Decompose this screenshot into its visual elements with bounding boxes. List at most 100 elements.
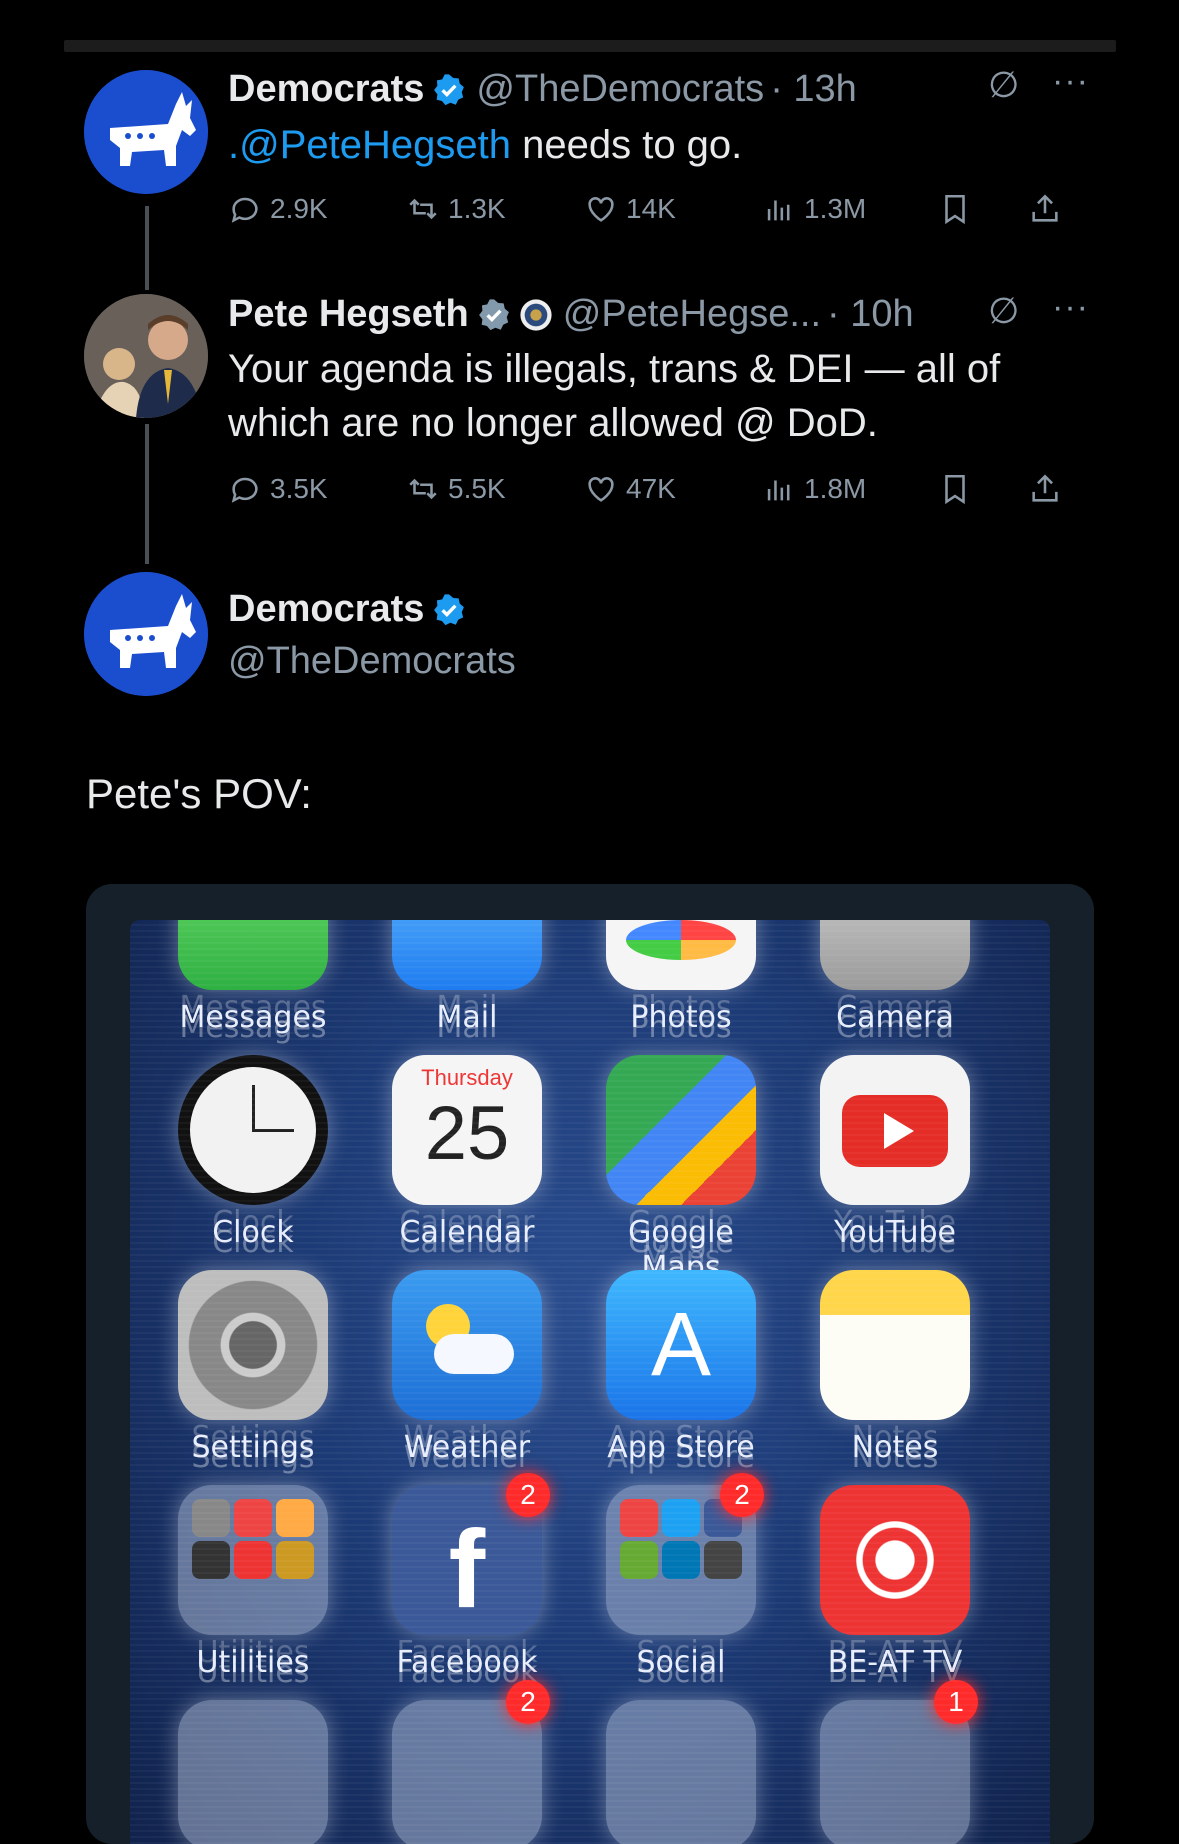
tweet-header: Pete Hegseth @PeteHegse... · 10h — [228, 293, 914, 336]
more-options-icon[interactable]: ··· — [1052, 288, 1089, 327]
tweet-actions: 3.5K 5.5K 47K 1.8M — [228, 472, 1098, 506]
maps-icon — [606, 1055, 756, 1205]
notification-badge: 2 — [506, 1680, 550, 1724]
tweet-actions: 2.9K 1.3K 14K 1.3M — [228, 192, 1098, 226]
app-calendar: Thursday 25 Calendar — [392, 1055, 542, 1250]
notification-badge: 1 — [934, 1680, 978, 1724]
app-google-maps: Google Maps — [606, 1055, 756, 1285]
tweet-header: Democrats — [228, 588, 466, 631]
timestamp[interactable]: · 10h — [827, 293, 914, 336]
grok-icon[interactable]: ∅ — [988, 290, 1019, 332]
bookmark-button[interactable] — [938, 192, 1028, 226]
app-app-store: A App Store — [606, 1270, 756, 1465]
app-folder: 1 — [820, 1680, 978, 1844]
author-handle[interactable]: @TheDemocrats — [228, 640, 516, 683]
reply-icon — [231, 477, 258, 503]
democrats-avatar[interactable] — [84, 70, 208, 194]
author-handle[interactable]: @PeteHegse... — [563, 293, 821, 336]
mail-icon — [392, 920, 542, 990]
messages-icon — [178, 920, 328, 990]
settings-gear-icon — [178, 1270, 328, 1420]
timestamp[interactable]: · 13h — [770, 68, 857, 111]
like-button[interactable]: 47K — [584, 472, 762, 506]
app-clock: Clock — [178, 1055, 328, 1250]
app-mail: Mail — [392, 920, 542, 1035]
affiliation-badge-icon — [520, 298, 552, 331]
utilities-folder-icon — [178, 1485, 328, 1635]
tweet-text: Pete's POV: — [86, 770, 312, 817]
app-messages: Messages — [178, 920, 328, 1035]
weather-icon — [392, 1270, 542, 1420]
home-screen-photo: Messages Mail Photos Camera Clock Thursd… — [130, 920, 1050, 1844]
views-button[interactable]: 1.8M — [762, 472, 938, 506]
beat-tv-icon — [820, 1485, 970, 1635]
author-name[interactable]: Democrats — [228, 588, 424, 631]
share-icon — [1032, 474, 1058, 502]
app-beat-tv: BE-AT TV — [820, 1485, 970, 1680]
heart-icon — [588, 197, 614, 222]
hegseth-avatar[interactable] — [84, 294, 208, 418]
more-options-icon[interactable]: ··· — [1052, 62, 1089, 101]
analytics-icon — [767, 200, 790, 221]
repost-button[interactable]: 1.3K — [406, 192, 584, 226]
app-folder: 2 — [392, 1680, 550, 1844]
repost-icon — [409, 198, 437, 220]
share-button[interactable] — [1028, 192, 1062, 226]
reply-icon — [231, 197, 258, 223]
notes-icon — [820, 1270, 970, 1420]
repost-button[interactable]: 5.5K — [406, 472, 584, 506]
app-store-icon: A — [606, 1270, 756, 1420]
donkey-logo-icon — [84, 70, 208, 194]
camera-icon — [820, 920, 970, 990]
app-social-folder: Social 2 — [606, 1473, 764, 1680]
grok-icon[interactable]: ∅ — [988, 64, 1019, 106]
youtube-icon — [820, 1055, 970, 1205]
app-folder — [178, 1700, 328, 1844]
reply-button[interactable]: 2.9K — [228, 192, 406, 226]
app-settings: Settings — [178, 1270, 328, 1465]
heart-icon — [588, 477, 614, 502]
democrats-avatar[interactable] — [84, 572, 208, 696]
mention-link[interactable]: .@PeteHegseth — [228, 123, 511, 167]
tweet-text: .@PeteHegseth needs to go. — [228, 123, 743, 167]
calendar-icon: Thursday 25 — [392, 1055, 542, 1205]
tweet-text: Your agenda is illegals, trans & DEI — a… — [228, 347, 1001, 445]
verified-badge-icon — [434, 73, 465, 105]
repost-icon — [409, 478, 437, 500]
folder-icon — [178, 1700, 328, 1844]
share-icon — [1032, 194, 1058, 222]
thread-connector — [145, 424, 149, 564]
bookmark-icon — [945, 194, 965, 225]
app-photos: Photos — [606, 920, 756, 1035]
clock-icon — [178, 1055, 328, 1205]
reply-button[interactable]: 3.5K — [228, 472, 406, 506]
app-youtube: YouTube — [820, 1055, 970, 1250]
bookmark-button[interactable] — [938, 472, 1028, 506]
top-divider — [64, 40, 1116, 52]
verified-badge-icon — [478, 298, 509, 330]
like-button[interactable]: 14K — [584, 192, 762, 226]
author-handle[interactable]: @TheDemocrats — [476, 68, 764, 111]
bookmark-icon — [945, 474, 965, 505]
tweet-media[interactable]: Messages Mail Photos Camera Clock Thursd… — [86, 884, 1094, 1844]
app-utilities-folder: Utilities — [178, 1485, 328, 1680]
notification-badge: 2 — [720, 1473, 764, 1517]
app-notes: Notes — [820, 1270, 970, 1465]
tweet-header-handle: @TheDemocrats — [228, 640, 516, 683]
app-facebook: f Facebook 2 — [392, 1473, 550, 1680]
verified-badge-icon — [434, 593, 465, 625]
notification-badge: 2 — [506, 1473, 550, 1517]
app-camera: Camera — [820, 920, 970, 1035]
author-name[interactable]: Pete Hegseth — [228, 293, 469, 336]
folder-icon — [606, 1700, 756, 1844]
thread-connector — [145, 206, 149, 290]
app-weather: Weather — [392, 1270, 542, 1465]
tweet-header: Democrats @TheDemocrats · 13h — [228, 68, 857, 111]
analytics-icon — [767, 480, 790, 501]
donkey-logo-icon — [84, 572, 208, 696]
share-button[interactable] — [1028, 472, 1062, 506]
author-name[interactable]: Democrats — [228, 68, 424, 111]
profile-photo — [84, 294, 208, 418]
photos-icon — [606, 920, 756, 990]
views-button[interactable]: 1.3M — [762, 192, 938, 226]
